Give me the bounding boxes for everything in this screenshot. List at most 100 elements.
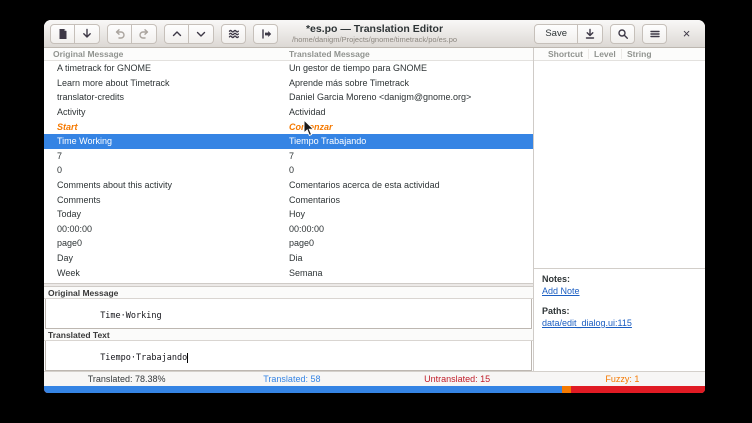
fuzzy-wavy-lines-icon (228, 28, 240, 40)
jump-to-message-button[interactable] (253, 24, 278, 44)
translated-cell: page0 (288, 238, 533, 248)
table-row[interactable]: CommentsComentarios (44, 192, 533, 207)
notes-panel: Notes: Add Note Paths: data/edit_dialog.… (534, 268, 705, 371)
table-row[interactable]: 00:00:0000:00:00 (44, 222, 533, 237)
original-message-text: Time·Working (100, 311, 161, 321)
translated-cell: Aprende más sobre Timetrack (288, 78, 533, 88)
translated-cell: 00:00:00 (288, 224, 533, 234)
previous-message-button[interactable] (164, 24, 189, 44)
menu-button[interactable] (642, 24, 667, 44)
paths-label: Paths: (542, 305, 705, 317)
table-row[interactable]: WeekSemana (44, 265, 533, 280)
table-row[interactable]: TodayHoy (44, 207, 533, 222)
progress-translated-segment (44, 386, 562, 393)
arrow-down-icon (81, 28, 93, 40)
mouse-cursor (303, 119, 315, 142)
translated-cell: Tiempo Trabajando (288, 136, 533, 146)
original-message-column-header: Original Message (44, 49, 288, 59)
desktop-background: *es.po — Translation Editor /home/danigm… (0, 0, 752, 423)
original-cell: 0 (44, 165, 288, 175)
save-button[interactable]: Save (534, 24, 578, 44)
translated-cell: Comentarios acerca de esta actividad (288, 180, 533, 190)
table-row[interactable]: 00 (44, 163, 533, 178)
translation-editor-window: *es.po — Translation Editor /home/danigm… (44, 20, 705, 393)
shortcut-column-header: Shortcut (534, 49, 589, 59)
add-note-link[interactable]: Add Note (542, 285, 580, 297)
notes-label: Notes: (542, 273, 705, 285)
close-icon: × (683, 28, 691, 40)
string-column-header: String (622, 49, 658, 59)
translated-cell: 0 (288, 165, 533, 175)
open-document-icon (57, 28, 69, 40)
original-cell: Learn more about Timetrack (44, 78, 288, 88)
translated-cell: 7 (288, 151, 533, 161)
context-sidebar: Shortcut Level String Notes: Add Note Pa… (533, 48, 705, 371)
hamburger-menu-icon (649, 28, 661, 40)
progress-fuzzy-segment (562, 386, 571, 393)
original-cell: Day (44, 253, 288, 263)
undo-button[interactable] (107, 24, 132, 44)
redo-icon (138, 28, 150, 40)
original-cell: Week (44, 268, 288, 278)
table-row[interactable]: ActivityActividad (44, 105, 533, 120)
open-file-button[interactable] (50, 24, 75, 44)
table-row[interactable]: Comments about this activityComentarios … (44, 178, 533, 193)
translated-text-textview[interactable]: Tiempo·Trabajando (45, 341, 532, 371)
translated-cell: Daniel Garcia Moreno <danigm@gnome.org> (288, 92, 533, 102)
translated-cell: Dia (288, 253, 533, 263)
window-title: *es.po — Translation Editor (306, 23, 443, 35)
table-row[interactable]: translator-creditsDaniel Garcia Moreno <… (44, 90, 533, 105)
translated-cell: Semana (288, 268, 533, 278)
text-caret (187, 353, 188, 363)
translated-message-column-header: Translated Message (288, 49, 370, 59)
search-icon (617, 28, 629, 40)
chevron-down-icon (195, 28, 207, 40)
jump-arrow-icon (260, 28, 272, 40)
save-arrow-icon (584, 28, 596, 40)
translated-count-label: Translated: 58 (209, 374, 374, 384)
statusbar: Translated: 78.38% Translated: 58 Untran… (44, 371, 705, 386)
original-cell: Activity (44, 107, 288, 117)
original-cell: 7 (44, 151, 288, 161)
table-row[interactable]: Time WorkingTiempo Trabajando (44, 134, 533, 149)
translated-cell: Hoy (288, 209, 533, 219)
table-row[interactable]: Learn more about TimetrackAprende más so… (44, 76, 533, 91)
search-button[interactable] (610, 24, 635, 44)
download-button[interactable] (75, 24, 100, 44)
redo-button[interactable] (132, 24, 157, 44)
save-as-button[interactable] (578, 24, 603, 44)
original-cell: 00:00:00 (44, 224, 288, 234)
original-cell: Start (44, 122, 288, 132)
original-cell: translator-credits (44, 92, 288, 102)
table-row[interactable]: 77 (44, 149, 533, 164)
original-message-panel-label: Original Message (44, 287, 533, 299)
translated-text-panel-label: Translated Text (44, 329, 533, 341)
original-cell: Comments (44, 195, 288, 205)
table-row[interactable]: StartComenzar (44, 119, 533, 134)
original-message-textview[interactable]: Time·Working (45, 299, 532, 329)
translated-cell: Comentarios (288, 195, 533, 205)
translated-cell: Actividad (288, 107, 533, 117)
message-table-body: A timetrack for GNOMEUn gestor de tiempo… (44, 61, 533, 283)
table-row[interactable]: page0page0 (44, 236, 533, 251)
original-cell: Today (44, 209, 288, 219)
original-cell: Time Working (44, 136, 288, 146)
translated-percent-label: Translated: 78.38% (44, 374, 209, 384)
table-row[interactable]: A timetrack for GNOMEUn gestor de tiempo… (44, 61, 533, 76)
untranslated-count-label: Untranslated: 15 (375, 374, 540, 384)
path-link[interactable]: data/edit_dialog.ui:115 (542, 317, 632, 329)
original-cell: Comments about this activity (44, 180, 288, 190)
level-column-header: Level (589, 49, 622, 59)
chevron-up-icon (171, 28, 183, 40)
window-subtitle: /home/danigm/Projects/gnome/timetrack/po… (292, 35, 457, 44)
translation-progress-bar (44, 386, 705, 393)
translated-cell: Un gestor de tiempo para GNOME (288, 63, 533, 73)
shortcut-table-empty[interactable] (534, 61, 705, 268)
message-area: Original Message Translated Message A ti… (44, 48, 533, 371)
next-message-button[interactable] (189, 24, 214, 44)
message-table-header: Original Message Translated Message (44, 48, 533, 61)
close-window-button[interactable]: × (674, 24, 699, 44)
fuzzy-count-label: Fuzzy: 1 (540, 374, 705, 384)
toggle-fuzzy-button[interactable] (221, 24, 246, 44)
table-row[interactable]: DayDia (44, 251, 533, 266)
